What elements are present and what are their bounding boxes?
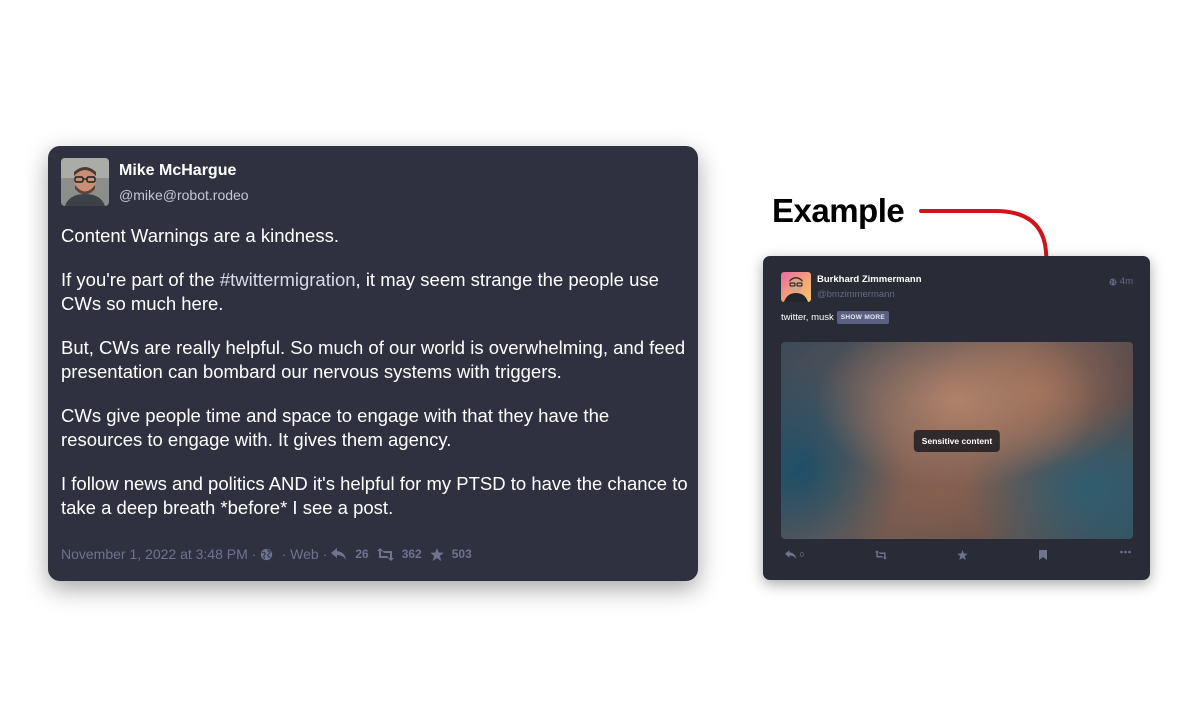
paragraph-text: If you're part of the (61, 269, 220, 290)
example-replies-count: 0 (800, 551, 804, 559)
author-avatar[interactable] (61, 158, 109, 206)
meta-separator: · (281, 546, 287, 562)
example-post-time[interactable]: 4m (1109, 276, 1133, 287)
example-more-button[interactable] (1120, 550, 1131, 554)
post-application[interactable]: Web (290, 546, 319, 562)
post-paragraph: If you're part of the #twittermigration,… (61, 268, 689, 316)
post-paragraph: But, CWs are really helpful. So much of … (61, 336, 689, 384)
example-bookmark-button[interactable] (1039, 550, 1047, 560)
page: Mike McHargue @mike@robot.rodeo Content … (0, 0, 1200, 728)
example-label: Example (772, 192, 905, 229)
favourites-count: 503 (451, 547, 472, 561)
blurred-media[interactable]: Sensitive content (781, 342, 1133, 539)
reply-icon (785, 550, 797, 560)
boost-icon (875, 550, 887, 560)
paragraph-text: CWs give people time and space to engage… (61, 405, 610, 450)
example-author-avatar[interactable] (781, 272, 811, 302)
paragraph-text: Content Warnings are a kindness. (61, 225, 339, 246)
content-warning: twitter, musk SHOW MORE (781, 311, 890, 324)
globe-icon (260, 548, 273, 561)
post-paragraph: CWs give people time and space to engage… (61, 404, 689, 452)
bookmark-icon (1039, 550, 1047, 560)
paragraph-text: But, CWs are really helpful. So much of … (61, 337, 686, 382)
post-paragraph: I follow news and politics AND it's help… (61, 472, 689, 520)
post-header: Mike McHargue @mike@robot.rodeo (61, 158, 249, 206)
show-more-button[interactable]: SHOW MORE (836, 311, 890, 324)
star-icon (957, 550, 968, 560)
boost-icon[interactable] (376, 547, 394, 561)
example-time-text: 4m (1119, 276, 1133, 287)
example-author-handle[interactable]: @bmzimmermann (817, 289, 895, 300)
hashtag-link[interactable]: #twittermigration (220, 269, 356, 290)
reply-icon[interactable] (331, 547, 347, 561)
post-timestamp[interactable]: November 1, 2022 at 3:48 PM (61, 546, 248, 562)
example-post-card: Burkhard Zimmermann @bmzimmermann 4m twi… (763, 256, 1150, 580)
meta-separator: · (322, 546, 328, 562)
post-body: Content Warnings are a kindness. If you'… (61, 224, 689, 540)
example-action-bar: 0 (781, 550, 1133, 566)
replies-count: 26 (355, 547, 369, 561)
example-favourite-button[interactable] (957, 550, 968, 560)
more-icon (1120, 550, 1131, 554)
post-paragraph: Content Warnings are a kindness. (61, 224, 689, 248)
author-block: Mike McHargue @mike@robot.rodeo (119, 158, 249, 204)
paragraph-text: I follow news and politics AND it's help… (61, 473, 688, 518)
meta-separator: · (251, 546, 257, 562)
sensitive-content-button[interactable]: Sensitive content (913, 429, 1001, 452)
example-reply-button[interactable]: 0 (785, 550, 804, 560)
author-name[interactable]: Mike McHargue (119, 161, 249, 181)
author-handle[interactable]: @mike@robot.rodeo (119, 186, 249, 204)
example-boost-button[interactable] (875, 550, 887, 560)
post-meta: November 1, 2022 at 3:48 PM · · Web · 26… (61, 546, 480, 562)
globe-icon (1109, 278, 1117, 285)
boosts-count: 362 (401, 547, 422, 561)
example-author-name[interactable]: Burkhard Zimmermann (817, 274, 922, 285)
star-icon[interactable] (429, 547, 444, 561)
content-warning-text: twitter, musk (781, 312, 834, 323)
post-card: Mike McHargue @mike@robot.rodeo Content … (48, 146, 698, 581)
